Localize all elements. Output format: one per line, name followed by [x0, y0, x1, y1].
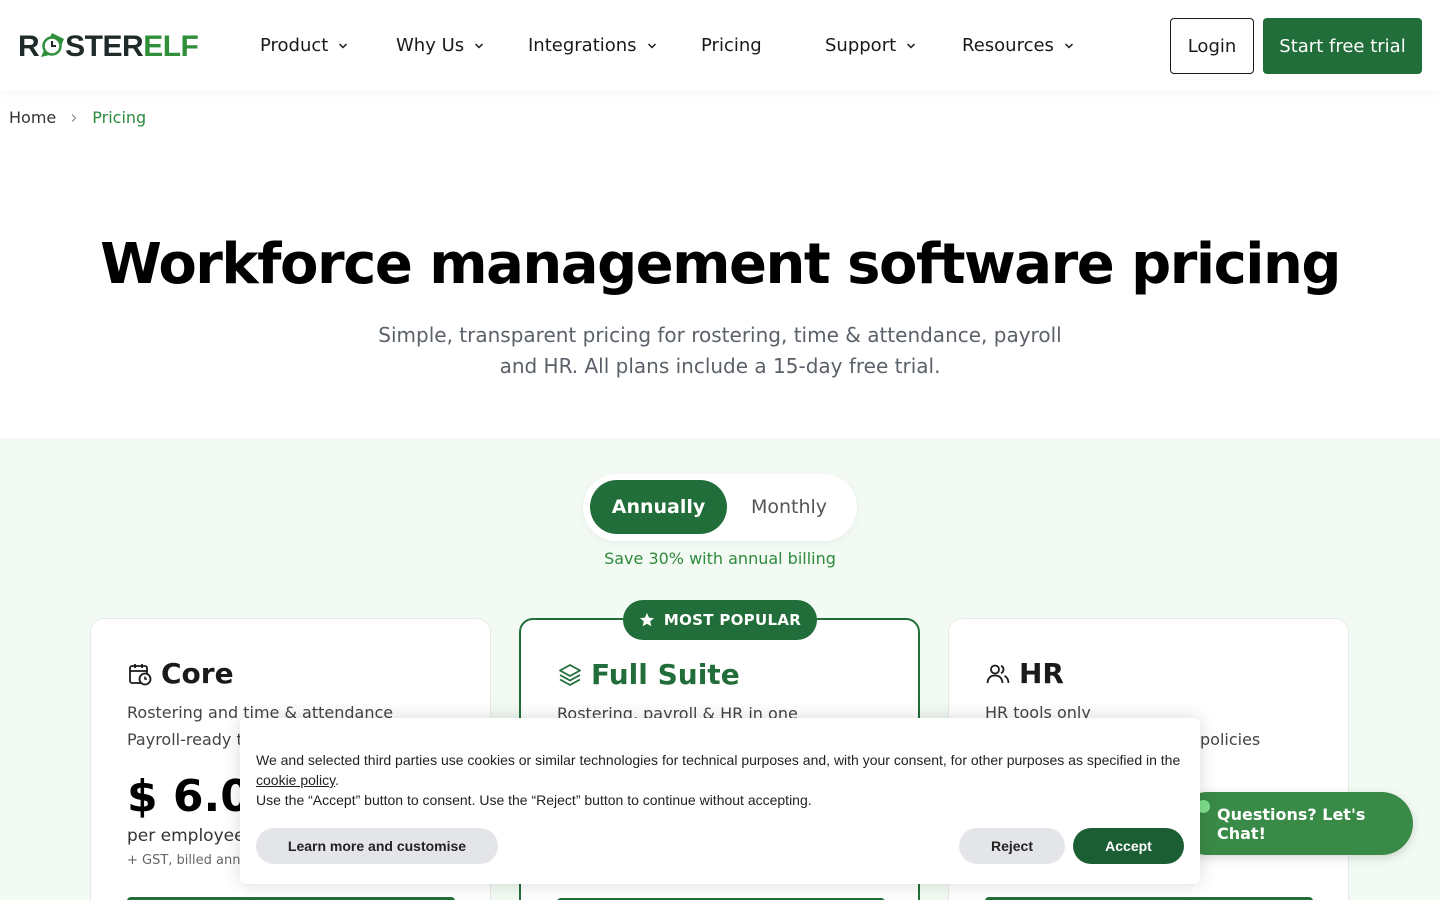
nav-item-support[interactable]: Support	[825, 35, 962, 56]
plan-billing-note: + GST, billed ann	[127, 853, 241, 868]
plan-header: Core	[127, 657, 234, 690]
main-nav: Product Why Us Integrations Pricing Supp…	[260, 0, 1074, 91]
plan-header: Full Suite	[557, 658, 740, 691]
rosterelf-logo[interactable]: R STERELF	[18, 24, 199, 68]
users-icon	[986, 664, 1010, 683]
nav-label: Integrations	[528, 35, 637, 56]
billing-monthly-option[interactable]: Monthly	[733, 480, 845, 534]
layers-icon	[559, 663, 581, 686]
cookie-message: We and selected third parties use cookie…	[256, 750, 1186, 810]
calendar-clock-icon	[129, 663, 152, 685]
nav-label: Support	[825, 35, 897, 56]
nav-label: Product	[260, 35, 329, 56]
logo-wordmark: R STERELF	[18, 29, 199, 63]
breadcrumb-home-link[interactable]: Home	[9, 108, 56, 127]
plan-price-unit: per employee	[127, 826, 245, 846]
accept-cookies-button[interactable]: Accept	[1073, 828, 1184, 864]
plan-name: HR	[1019, 657, 1064, 690]
nav-label: Resources	[962, 35, 1054, 56]
pricing-page: R STERELF Product Why Us Integrations Pri…	[0, 0, 1440, 900]
cookie-policy-link[interactable]: cookie policy	[256, 772, 335, 788]
chat-widget-button[interactable]: Questions? Let's Chat!	[1176, 792, 1413, 855]
breadcrumb: Home Pricing	[9, 108, 146, 127]
billing-annually-option[interactable]: Annually	[590, 480, 727, 534]
badge-label: MOST POPULAR	[663, 611, 802, 629]
logo-letters-ster: STER	[65, 29, 144, 63]
subtitle-line: and HR. All plans include a 15-day free …	[499, 354, 941, 378]
cookie-consent-banner: We and selected third parties use cookie…	[240, 718, 1200, 884]
logo-letters-elf: ELF	[143, 29, 199, 63]
login-button[interactable]: Login	[1170, 18, 1254, 74]
nav-item-why-us[interactable]: Why Us	[396, 35, 528, 56]
chevron-right-icon	[71, 113, 77, 122]
nav-item-product[interactable]: Product	[260, 35, 396, 56]
reject-cookies-button[interactable]: Reject	[959, 828, 1065, 864]
most-popular-badge: MOST POPULAR	[623, 600, 817, 640]
nav-item-resources[interactable]: Resources	[962, 35, 1074, 56]
cookie-text: We and selected third parties use cookie…	[256, 752, 1181, 768]
billing-toggle: Annually Monthly	[583, 474, 857, 541]
chevron-down-icon	[339, 42, 348, 49]
cookie-text: .	[335, 772, 340, 788]
page-subtitle: Simple, transparent pricing for rosterin…	[370, 320, 1070, 382]
site-header: R STERELF Product Why Us Integrations Pri…	[0, 0, 1440, 91]
annual-savings-note: Save 30% with annual billing	[604, 549, 836, 568]
chat-label: Questions? Let's Chat!	[1217, 804, 1366, 843]
chevron-down-icon	[907, 42, 916, 49]
learn-more-customise-button[interactable]: Learn more and customise	[256, 828, 498, 864]
start-free-trial-button[interactable]: Start free trial	[1263, 18, 1422, 74]
page-title: Workforce management software pricing	[100, 232, 1341, 297]
clock-icon	[38, 31, 66, 59]
chevron-down-icon	[647, 42, 656, 49]
cookie-text: Use the “Accept” button to consent. Use …	[256, 792, 812, 808]
logo-letter-r: R	[18, 29, 40, 63]
plan-name: Core	[161, 657, 234, 690]
chevron-down-icon	[475, 42, 484, 49]
subtitle-line: Simple, transparent pricing for rosterin…	[378, 323, 1062, 347]
star-icon	[639, 613, 654, 627]
chevron-down-icon	[1064, 42, 1073, 49]
nav-item-integrations[interactable]: Integrations	[528, 35, 701, 56]
nav-item-pricing[interactable]: Pricing	[701, 35, 825, 56]
plan-name: Full Suite	[591, 658, 740, 691]
nav-label: Pricing	[701, 35, 762, 56]
plan-header: HR	[985, 657, 1064, 690]
breadcrumb-current: Pricing	[92, 108, 147, 127]
nav-label: Why Us	[396, 35, 465, 56]
